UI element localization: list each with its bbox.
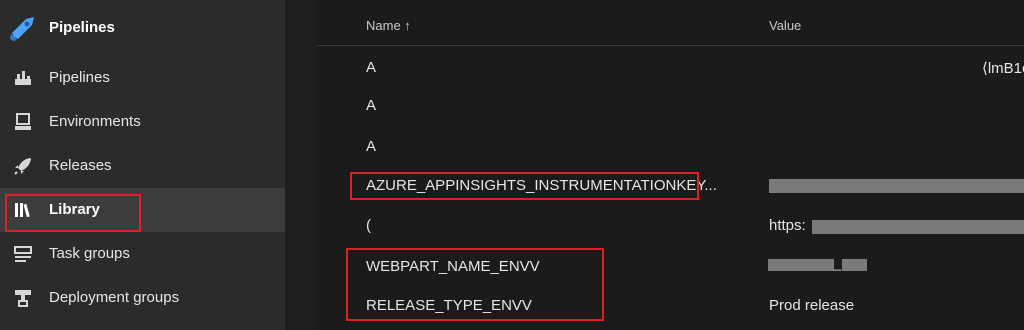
redacted-value [812, 220, 1024, 234]
sidebar-header[interactable]: Pipelines [0, 0, 285, 56]
sidebar-item-label: Deployment groups [49, 289, 180, 306]
sidebar-item-label: Releases [49, 157, 112, 174]
redacted-value [769, 179, 1024, 193]
sidebar-divider [285, 0, 317, 330]
redacted-value [842, 259, 867, 271]
highlight-box-library [5, 194, 141, 232]
deployment-groups-icon [15, 290, 31, 307]
variable-name[interactable]: ( [366, 217, 371, 234]
sidebar-item-releases[interactable]: Releases [0, 144, 285, 188]
pipelines-icon [15, 71, 31, 85]
sidebar-item-environments[interactable]: Environments [0, 100, 285, 144]
sidebar-item-label: Environments [49, 113, 141, 130]
variable-name[interactable]: A [366, 138, 376, 155]
variable-value: _ [834, 256, 842, 271]
highlight-box-appinsights-key [350, 172, 699, 200]
header-divider [317, 45, 1024, 46]
sidebar-title: Pipelines [49, 19, 115, 36]
variable-name[interactable]: A [366, 97, 376, 114]
variable-value: Prod release [769, 297, 855, 314]
sidebar-item-deployment-groups[interactable]: Deployment groups [0, 276, 285, 320]
sidebar: Pipelines Pipelines Environments Release… [0, 0, 285, 330]
redacted-value [768, 259, 834, 271]
variable-value: https: [769, 217, 806, 234]
variable-name[interactable]: A [366, 59, 376, 76]
sidebar-item-pipelines[interactable]: Pipelines [0, 56, 285, 100]
releases-icon [14, 158, 31, 175]
column-header-value[interactable]: Value [769, 18, 801, 33]
task-groups-icon [14, 246, 32, 262]
pipelines-logo-icon [10, 17, 34, 41]
sidebar-item-label: Task groups [49, 245, 130, 262]
highlight-box-envv-variables [346, 248, 604, 321]
column-header-name[interactable]: Name ↑ [366, 18, 411, 33]
variable-value: ⟨lmB1c [982, 60, 1024, 77]
environments-icon [15, 113, 31, 130]
sidebar-item-task-groups[interactable]: Task groups [0, 232, 285, 276]
sidebar-item-label: Pipelines [49, 69, 110, 86]
